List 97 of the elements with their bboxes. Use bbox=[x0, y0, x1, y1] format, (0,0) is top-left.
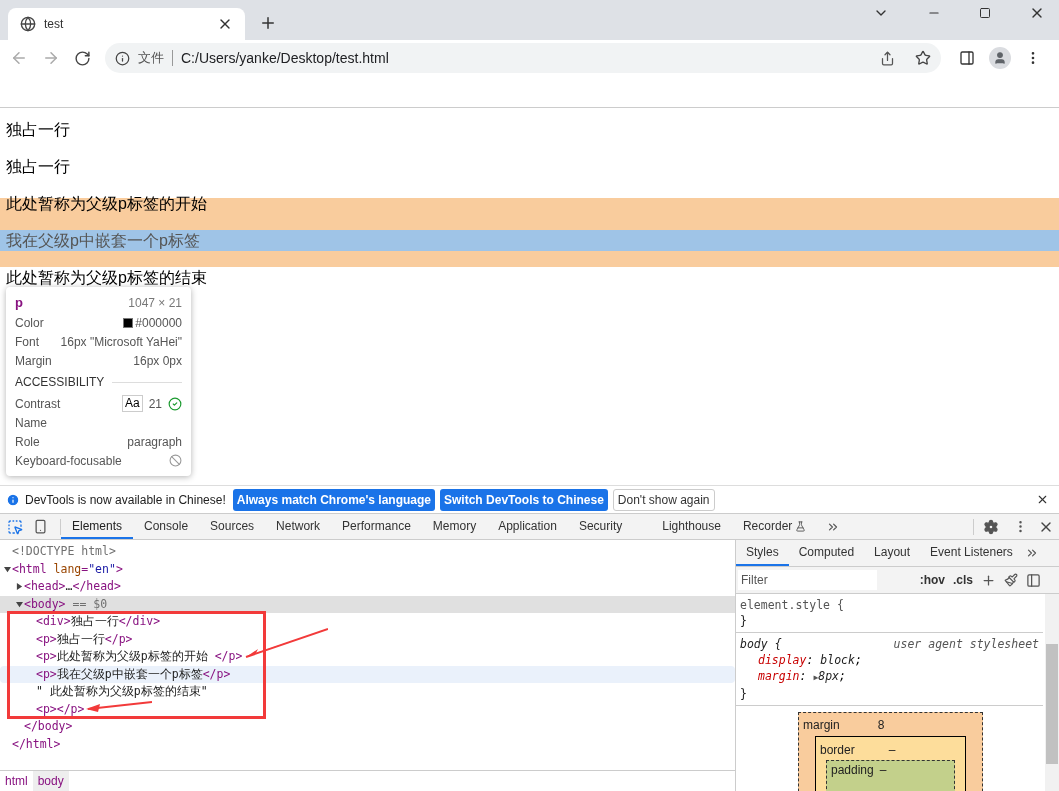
paintbrush-icon[interactable] bbox=[1004, 573, 1018, 587]
box-label: border bbox=[820, 742, 855, 759]
collapsed-triangle-icon[interactable] bbox=[16, 583, 23, 591]
box-value: – bbox=[879, 762, 887, 779]
closing-brace: } bbox=[740, 613, 748, 629]
tab-title: test bbox=[44, 16, 65, 33]
dom-node[interactable]: </html> bbox=[12, 735, 61, 753]
new-rule-icon[interactable] bbox=[981, 572, 996, 588]
expanded-triangle-icon[interactable] bbox=[16, 600, 23, 608]
property-value: paragraph bbox=[127, 433, 182, 451]
infobar-button[interactable]: Don't show again bbox=[612, 488, 715, 511]
check-circle-icon bbox=[168, 396, 182, 411]
css-declaration: margin: ▶8px; bbox=[757, 668, 847, 685]
css-declaration: display: block; bbox=[757, 652, 863, 668]
tag-name: p bbox=[15, 294, 23, 313]
inspect-icon[interactable] bbox=[7, 518, 23, 535]
infobar-button[interactable]: Always match Chrome's language bbox=[232, 488, 436, 511]
dom-node[interactable]: <head>…</head> bbox=[24, 578, 121, 596]
paragraph-text: 我在父级p中嵌套一个p标签 bbox=[6, 232, 200, 249]
reload-icon[interactable] bbox=[74, 49, 91, 67]
element-size: 1047 × 21 bbox=[128, 295, 182, 312]
box-label: padding bbox=[831, 762, 874, 779]
dom-node[interactable]: <body> == $0 bbox=[24, 595, 108, 613]
breadcrumb[interactable]: body bbox=[32, 771, 69, 791]
dom-node[interactable]: " 此处暂称为父级p标签的结束" bbox=[36, 683, 208, 701]
dom-node[interactable]: <!DOCTYPE html> bbox=[12, 543, 116, 561]
color-swatch bbox=[123, 317, 134, 328]
devtools-tab[interactable]: Elements bbox=[61, 514, 134, 539]
box-value: 8 bbox=[877, 717, 885, 734]
arrow-drawing bbox=[86, 700, 152, 712]
styles-tab[interactable]: Computed bbox=[788, 540, 865, 566]
property-label: Color bbox=[15, 314, 44, 332]
dom-node[interactable]: </body> bbox=[24, 718, 73, 736]
closing-brace: } bbox=[740, 686, 748, 702]
breadcrumb[interactable]: html bbox=[0, 771, 33, 791]
devtools-tab[interactable]: Network bbox=[265, 514, 332, 539]
dom-node[interactable]: <div>独占一行</div> bbox=[36, 613, 161, 631]
cls-button[interactable]: .cls bbox=[953, 571, 973, 589]
devtools-tab[interactable]: Performance bbox=[331, 514, 422, 539]
devtools-tab[interactable]: Application bbox=[487, 514, 568, 539]
property-label: Margin bbox=[15, 352, 52, 370]
expanded-triangle-icon[interactable] bbox=[4, 565, 11, 573]
flask-icon bbox=[795, 521, 807, 532]
styles-tab[interactable]: Event Listeners bbox=[920, 540, 1023, 566]
paragraph-text: 独占一行 bbox=[6, 121, 70, 138]
section-heading: ACCESSIBILITY bbox=[15, 374, 105, 391]
paragraph-text: 此处暂称为父级p标签的结束 bbox=[6, 269, 207, 286]
css-selector: element.style { bbox=[740, 597, 844, 613]
devtools-tab[interactable]: Sources bbox=[199, 514, 266, 539]
paragraph-text: 此处暂称为父级p标签的开始 bbox=[6, 195, 207, 212]
box-label: margin bbox=[803, 717, 840, 734]
sidebar-toggle-icon[interactable] bbox=[1026, 572, 1041, 588]
dom-node[interactable]: <p>独占一行</p> bbox=[36, 630, 133, 648]
hov-button[interactable]: :hov bbox=[919, 571, 945, 589]
property-label: Role bbox=[15, 433, 40, 451]
scheme-label: 文件 bbox=[138, 49, 164, 68]
contrast-sample: Aa bbox=[121, 395, 143, 412]
rule-origin: user agent stylesheet bbox=[893, 636, 1039, 652]
address-bar[interactable]: 文件 C:/Users/yanke/Desktop/test.html bbox=[105, 43, 941, 73]
device-toolbar-icon[interactable] bbox=[33, 519, 48, 534]
browser-tab[interactable]: test bbox=[8, 8, 245, 40]
info-icon bbox=[115, 50, 130, 66]
close-icon[interactable] bbox=[1036, 493, 1049, 506]
devtools-tab[interactable]: Memory bbox=[421, 514, 488, 539]
devtools-tab[interactable]: Security bbox=[567, 514, 634, 539]
box-value: – bbox=[888, 742, 896, 759]
devtools-tab[interactable]: Console bbox=[133, 514, 200, 539]
not-allowed-icon bbox=[169, 454, 182, 467]
globe-icon bbox=[20, 16, 36, 32]
profile-avatar[interactable] bbox=[989, 47, 1011, 69]
side-panel-icon[interactable] bbox=[959, 50, 975, 66]
property-value: #000000 bbox=[135, 314, 182, 332]
property-label: Keyboard-focusable bbox=[15, 452, 122, 470]
dom-node[interactable]: <p>此处暂称为父级p标签的开始 </p> bbox=[36, 648, 243, 666]
property-value: 16px 0px bbox=[133, 352, 182, 370]
maximize-icon[interactable] bbox=[979, 7, 991, 19]
info-icon bbox=[6, 492, 20, 507]
paragraph-text: 独占一行 bbox=[6, 158, 70, 175]
infobar-button[interactable]: Switch DevTools to Chinese bbox=[440, 488, 608, 511]
filter-field[interactable]: Filter bbox=[738, 570, 877, 590]
new-tab-icon[interactable] bbox=[259, 14, 277, 32]
property-label: Font bbox=[15, 333, 39, 351]
dom-node[interactable]: <p></p> bbox=[36, 700, 85, 718]
property-value: 21 bbox=[148, 395, 162, 413]
infobar-message: DevTools is now available in Chinese! bbox=[25, 491, 226, 509]
devtools-tab[interactable]: Recorder bbox=[731, 514, 804, 539]
dom-node[interactable]: <html lang="en"> bbox=[12, 560, 123, 578]
devtools-tab[interactable]: Lighthouse bbox=[651, 514, 732, 539]
styles-tab[interactable]: Layout bbox=[864, 540, 921, 566]
share-icon[interactable] bbox=[880, 50, 895, 66]
property-label: Contrast bbox=[15, 395, 61, 413]
star-icon[interactable] bbox=[915, 50, 931, 66]
property-label: Name bbox=[15, 414, 47, 432]
property-value: 16px "Microsoft YaHei" bbox=[60, 333, 182, 351]
css-selector: body { bbox=[740, 636, 782, 652]
settings-icon[interactable] bbox=[983, 518, 999, 535]
url-text: C:/Users/yanke/Desktop/test.html bbox=[181, 48, 390, 68]
